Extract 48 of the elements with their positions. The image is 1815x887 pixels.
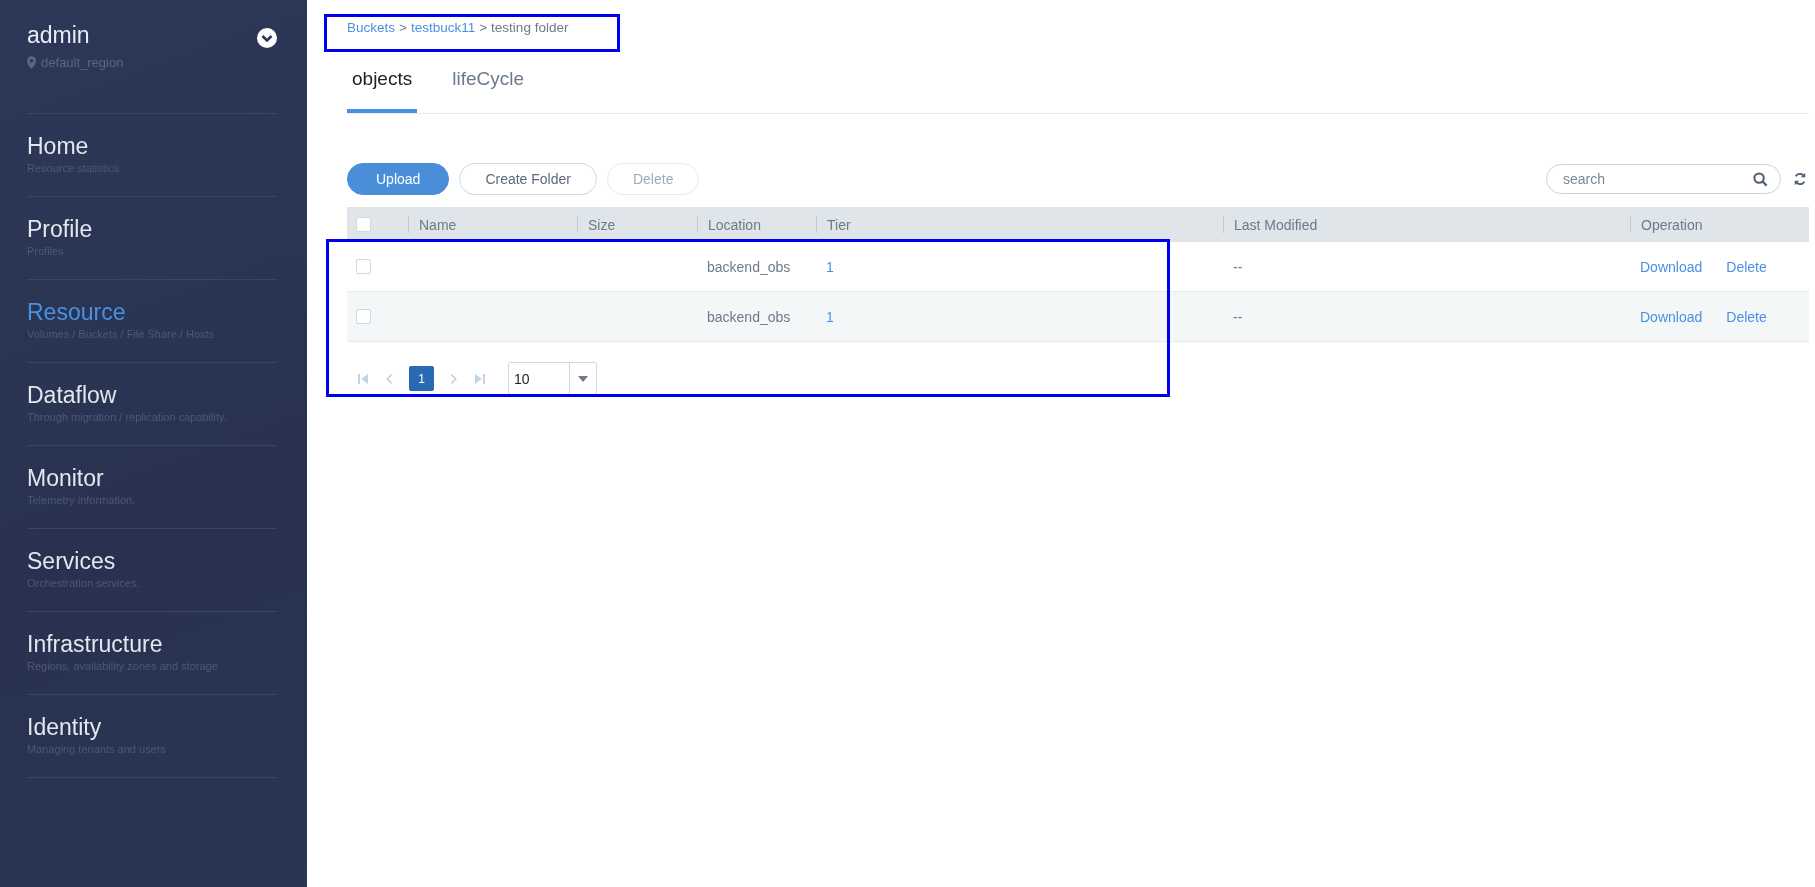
nav-item[interactable]: Services [27, 547, 116, 575]
column-header: Last Modified [1234, 216, 1318, 233]
toolbar-button[interactable]: Upload [347, 163, 450, 195]
search-icon [1753, 171, 1768, 187]
nav-item[interactable]: Resource [27, 298, 126, 326]
nav-item[interactable]: Profile [27, 215, 93, 243]
nav-item[interactable]: Infrastructure [27, 630, 163, 658]
nav-item[interactable]: Monitor [27, 464, 104, 492]
column-header: Location [708, 216, 761, 233]
nav-item[interactable]: Identity [27, 713, 102, 741]
user-name: admin [27, 22, 91, 49]
search-input[interactable]: search [1561, 167, 1753, 191]
nav-item[interactable]: Dataflow [27, 381, 117, 409]
column-header: Tier [827, 216, 851, 233]
tab[interactable]: lifeCycle [447, 68, 529, 113]
checkbox[interactable] [356, 259, 371, 274]
refresh-icon[interactable] [1793, 172, 1807, 186]
toolbar-button[interactable]: Create Folder [459, 163, 597, 195]
page-button[interactable]: 1 [409, 366, 434, 391]
next-page-icon[interactable] [448, 372, 460, 385]
table-cell: 1 [826, 258, 834, 275]
table-cell: -- [1233, 308, 1243, 325]
column-header: Operation [1641, 216, 1703, 233]
checkbox[interactable] [356, 217, 371, 232]
chevron-down-icon[interactable] [257, 28, 277, 48]
caret-icon [578, 375, 588, 382]
breadcrumb-link[interactable]: Buckets [347, 20, 396, 35]
nav-item[interactable]: Home [27, 132, 89, 160]
action-link[interactable]: Download [1640, 258, 1703, 275]
table-cell: 1 [826, 308, 834, 325]
page-size-dropdown[interactable]: 10 [508, 362, 597, 395]
table-cell: backend_obs [707, 258, 791, 275]
location-pin-icon [27, 56, 36, 69]
table-cell: backend_obs [707, 308, 791, 325]
tab[interactable]: objects [347, 68, 418, 113]
last-page-icon[interactable] [474, 372, 486, 385]
table-cell: -- [1233, 258, 1243, 275]
action-link[interactable]: Delete [1726, 308, 1767, 325]
column-header: Size [588, 216, 616, 233]
action-link[interactable]: Download [1640, 308, 1703, 325]
checkbox[interactable] [356, 309, 371, 324]
column-header: Name [419, 216, 457, 233]
breadcrumb-separator: > [399, 20, 407, 35]
breadcrumb-current: testing folder [491, 20, 569, 35]
first-page-icon[interactable] [357, 372, 369, 385]
breadcrumb-separator: > [479, 20, 488, 35]
breadcrumb-link[interactable]: testbuck11 [410, 20, 476, 35]
action-link[interactable]: Delete [1726, 258, 1767, 275]
